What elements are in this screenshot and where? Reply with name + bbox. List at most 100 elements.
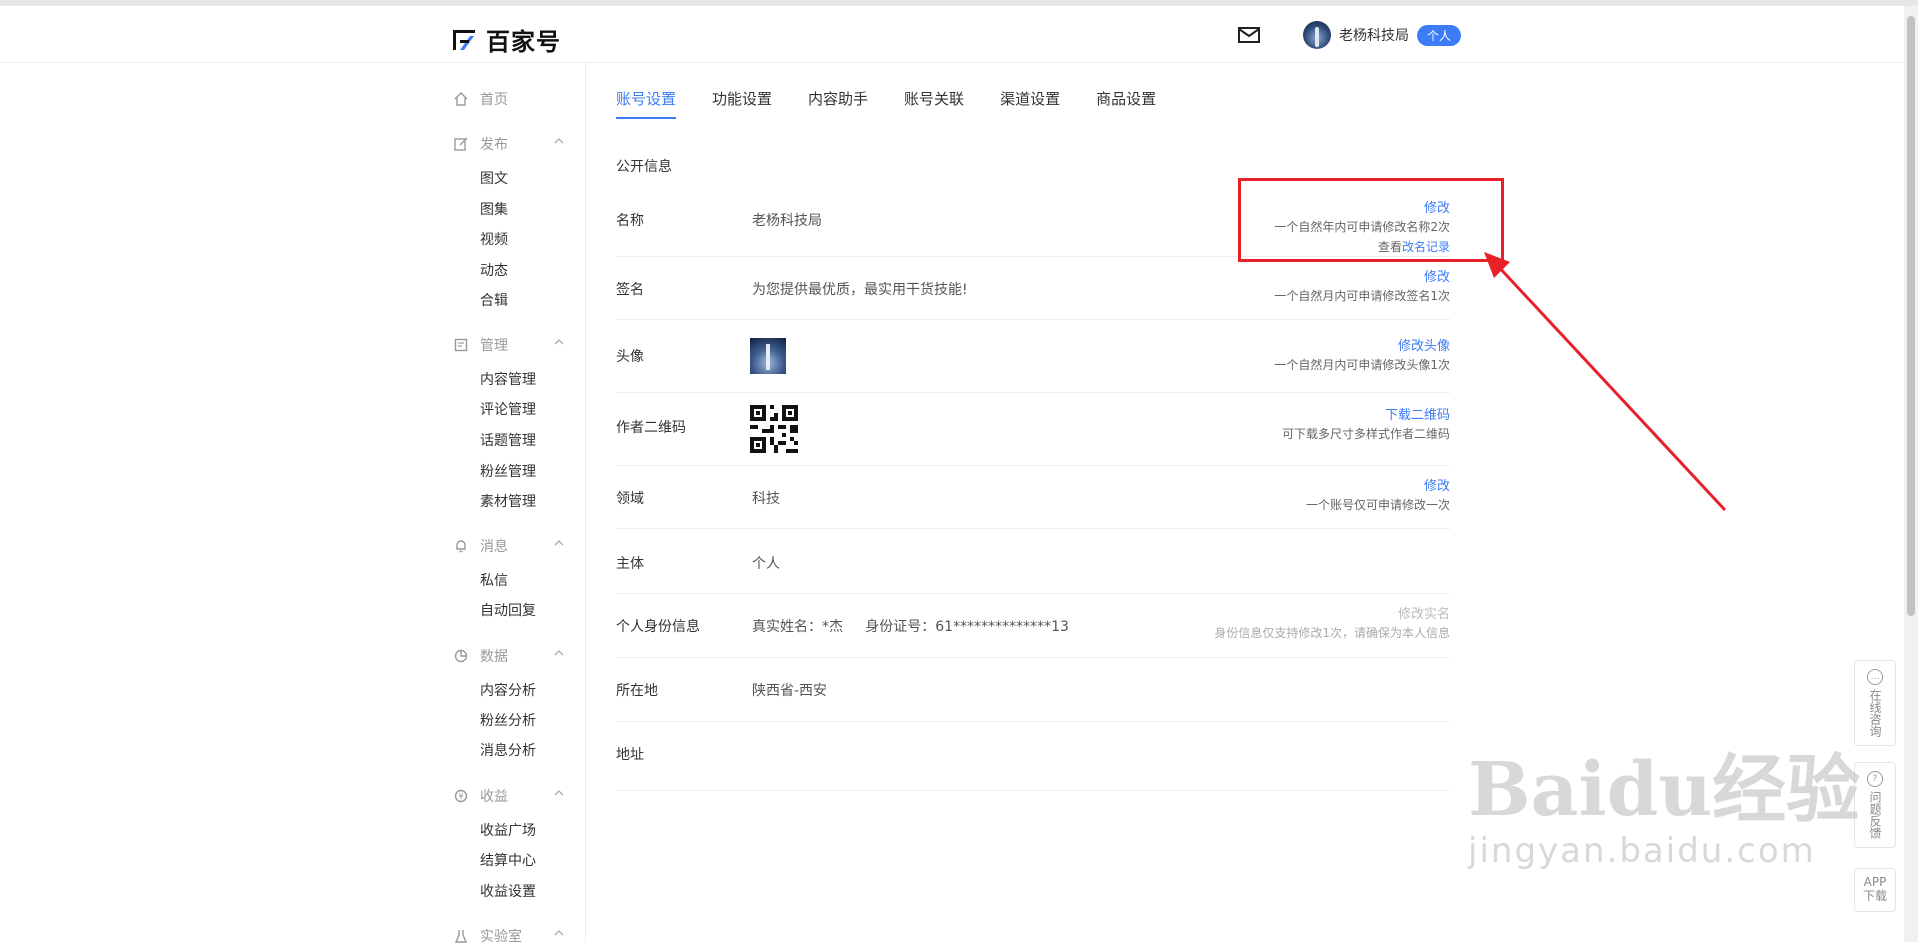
row-subject: 主体 个人: [616, 529, 1450, 594]
row-label: 头像: [616, 349, 644, 365]
sidebar-group-income[interactable]: ¥ 收益: [454, 786, 564, 806]
edit-avatar-link[interactable]: 修改头像: [1274, 338, 1450, 356]
tab-function-settings[interactable]: 功能设置: [712, 88, 772, 119]
sidebar-item-home[interactable]: 首页: [454, 89, 564, 109]
sidebar-item-auto-reply[interactable]: 自动回复: [480, 600, 536, 620]
sidebar-item-private-message[interactable]: 私信: [480, 570, 508, 590]
row-avatar: 头像 修改头像 一个自然月内可申请修改头像1次: [616, 320, 1450, 393]
sidebar-item-settlement-center[interactable]: 结算中心: [480, 850, 536, 870]
row-actions: 修改实名 身份信息仅支持修改1次，请确保为本人信息: [1214, 606, 1450, 642]
sidebar-group-label: 消息: [480, 539, 508, 555]
sidebar-item-moments[interactable]: 动态: [480, 260, 508, 280]
avatar-thumbnail: [750, 338, 786, 374]
tab-content-assistant[interactable]: 内容助手: [808, 88, 868, 119]
row-value: 真实姓名：*杰 身份证号：61**************13: [752, 619, 1069, 635]
row-actions: 修改 一个自然月内可申请修改签名1次: [1274, 269, 1450, 305]
feedback-label: 问题反馈: [1868, 791, 1882, 839]
baidu-jingyan-watermark: Baidu经验 jingyan.baidu.com: [1468, 730, 1860, 871]
row-label: 地址: [616, 747, 644, 763]
edit-signature-link[interactable]: 修改: [1274, 269, 1450, 287]
sidebar-group-label: 发布: [480, 137, 508, 153]
app-download-button[interactable]: APP下载: [1854, 868, 1896, 912]
scrollbar-thumb[interactable]: [1907, 16, 1915, 616]
chevron-up-icon[interactable]: [554, 648, 564, 658]
row-identity: 个人身份信息 真实姓名：*杰 身份证号：61**************13 修…: [616, 594, 1450, 658]
sidebar-group-lab[interactable]: 实验室: [454, 926, 564, 946]
row-field: 领域 科技 修改 一个账号仅可申请修改一次: [616, 466, 1450, 529]
page-scrollbar[interactable]: [1904, 6, 1918, 942]
row-label: 领域: [616, 491, 644, 507]
sidebar-group-label: 收益: [480, 789, 508, 805]
tab-account-link[interactable]: 账号关联: [904, 88, 964, 119]
sidebar-item-collection[interactable]: 合辑: [480, 290, 508, 310]
row-value: 老杨科技局: [752, 213, 822, 229]
download-qrcode-link[interactable]: 下载二维码: [1282, 407, 1450, 425]
row-note: 身份信息仅支持修改1次，请确保为本人信息: [1214, 626, 1450, 640]
sidebar-item-fans-analysis[interactable]: 粉丝分析: [480, 710, 536, 730]
row-label: 名称: [616, 213, 644, 229]
feedback-button[interactable]: ? 问题反馈: [1854, 762, 1896, 848]
top-header: 百家号 老杨科技局 个人: [0, 6, 1904, 63]
tab-channel-settings[interactable]: 渠道设置: [1000, 88, 1060, 119]
sidebar-item-material-manage[interactable]: 素材管理: [480, 491, 536, 511]
sidebar-item-content-analysis[interactable]: 内容分析: [480, 680, 536, 700]
chevron-up-icon[interactable]: [554, 538, 564, 548]
row-note: 一个自然月内可申请修改签名1次: [1274, 289, 1450, 303]
sidebar-item-content-manage[interactable]: 内容管理: [480, 369, 536, 389]
watermark-main-text: Baidu经验: [1468, 747, 1861, 833]
author-qrcode-image: [750, 405, 798, 453]
edit-field-link[interactable]: 修改: [1306, 478, 1450, 496]
user-avatar[interactable]: [1303, 21, 1331, 49]
chevron-up-icon[interactable]: [554, 928, 564, 938]
coin-icon: ¥: [454, 789, 468, 803]
row-label: 所在地: [616, 683, 658, 699]
sidebar-group-data[interactable]: 数据: [454, 646, 564, 666]
chevron-up-icon[interactable]: [554, 337, 564, 347]
sidebar-item-message-analysis[interactable]: 消息分析: [480, 740, 536, 760]
sidebar-item-income-square[interactable]: 收益广场: [480, 820, 536, 840]
tab-account-settings[interactable]: 账号设置: [616, 88, 677, 119]
sidebar-item-comment-manage[interactable]: 评论管理: [480, 399, 536, 419]
sidebar-group-publish[interactable]: 发布: [454, 134, 564, 154]
online-consult-button[interactable]: … 在线咨询: [1854, 660, 1896, 746]
row-label: 签名: [616, 282, 644, 298]
row-actions: 修改头像 一个自然月内可申请修改头像1次: [1274, 338, 1450, 374]
baijiahao-logo[interactable]: 百家号: [452, 22, 561, 57]
chevron-up-icon[interactable]: [554, 788, 564, 798]
sidebar-group-label: 实验室: [480, 929, 522, 945]
sidebar-group-message[interactable]: 消息: [454, 536, 564, 556]
baijiahao-logo-icon: [453, 29, 475, 50]
tab-product-settings[interactable]: 商品设置: [1096, 88, 1156, 119]
sidebar-item-article[interactable]: 图文: [480, 168, 508, 188]
chat-bubble-icon: …: [1867, 669, 1883, 685]
settings-tabs: 账号设置 功能设置 内容助手 账号关联 渠道设置 商品设置: [616, 88, 1156, 119]
user-profile[interactable]: 老杨科技局 个人: [1303, 21, 1462, 49]
pie-chart-icon: [454, 649, 468, 663]
sidebar-group-manage[interactable]: 管理: [454, 335, 564, 355]
mail-icon[interactable]: [1238, 26, 1260, 44]
logo-text: 百家号: [486, 28, 561, 56]
app-download-label: APP下载: [1862, 875, 1887, 903]
row-value: 个人: [752, 556, 780, 572]
chevron-up-icon[interactable]: [554, 136, 564, 146]
account-type-badge: 个人: [1417, 24, 1462, 46]
row-value: 科技: [752, 491, 780, 507]
sidebar-item-income-settings[interactable]: 收益设置: [480, 881, 536, 901]
row-note: 一个自然月内可申请修改头像1次: [1274, 358, 1450, 372]
sidebar-item-topic-manage[interactable]: 话题管理: [480, 430, 536, 450]
annotation-highlight-box: [1238, 178, 1504, 262]
manage-icon: [454, 338, 468, 352]
edit-realname-link[interactable]: 修改实名: [1214, 606, 1450, 624]
username: 老杨科技局: [1339, 28, 1409, 44]
question-icon: ?: [1867, 771, 1883, 787]
lab-icon: [454, 930, 468, 943]
row-note: 一个账号仅可申请修改一次: [1305, 498, 1450, 512]
sidebar-item-gallery[interactable]: 图集: [480, 199, 508, 219]
row-actions: 修改 一个账号仅可申请修改一次: [1306, 478, 1450, 514]
row-label: 作者二维码: [616, 420, 686, 436]
sidebar-item-fans-manage[interactable]: 粉丝管理: [480, 461, 536, 481]
consult-label: 在线咨询: [1868, 689, 1882, 737]
row-value: 陕西省-西安: [752, 683, 828, 699]
sidebar-item-video[interactable]: 视频: [480, 229, 508, 249]
row-location: 所在地 陕西省-西安: [616, 658, 1450, 722]
